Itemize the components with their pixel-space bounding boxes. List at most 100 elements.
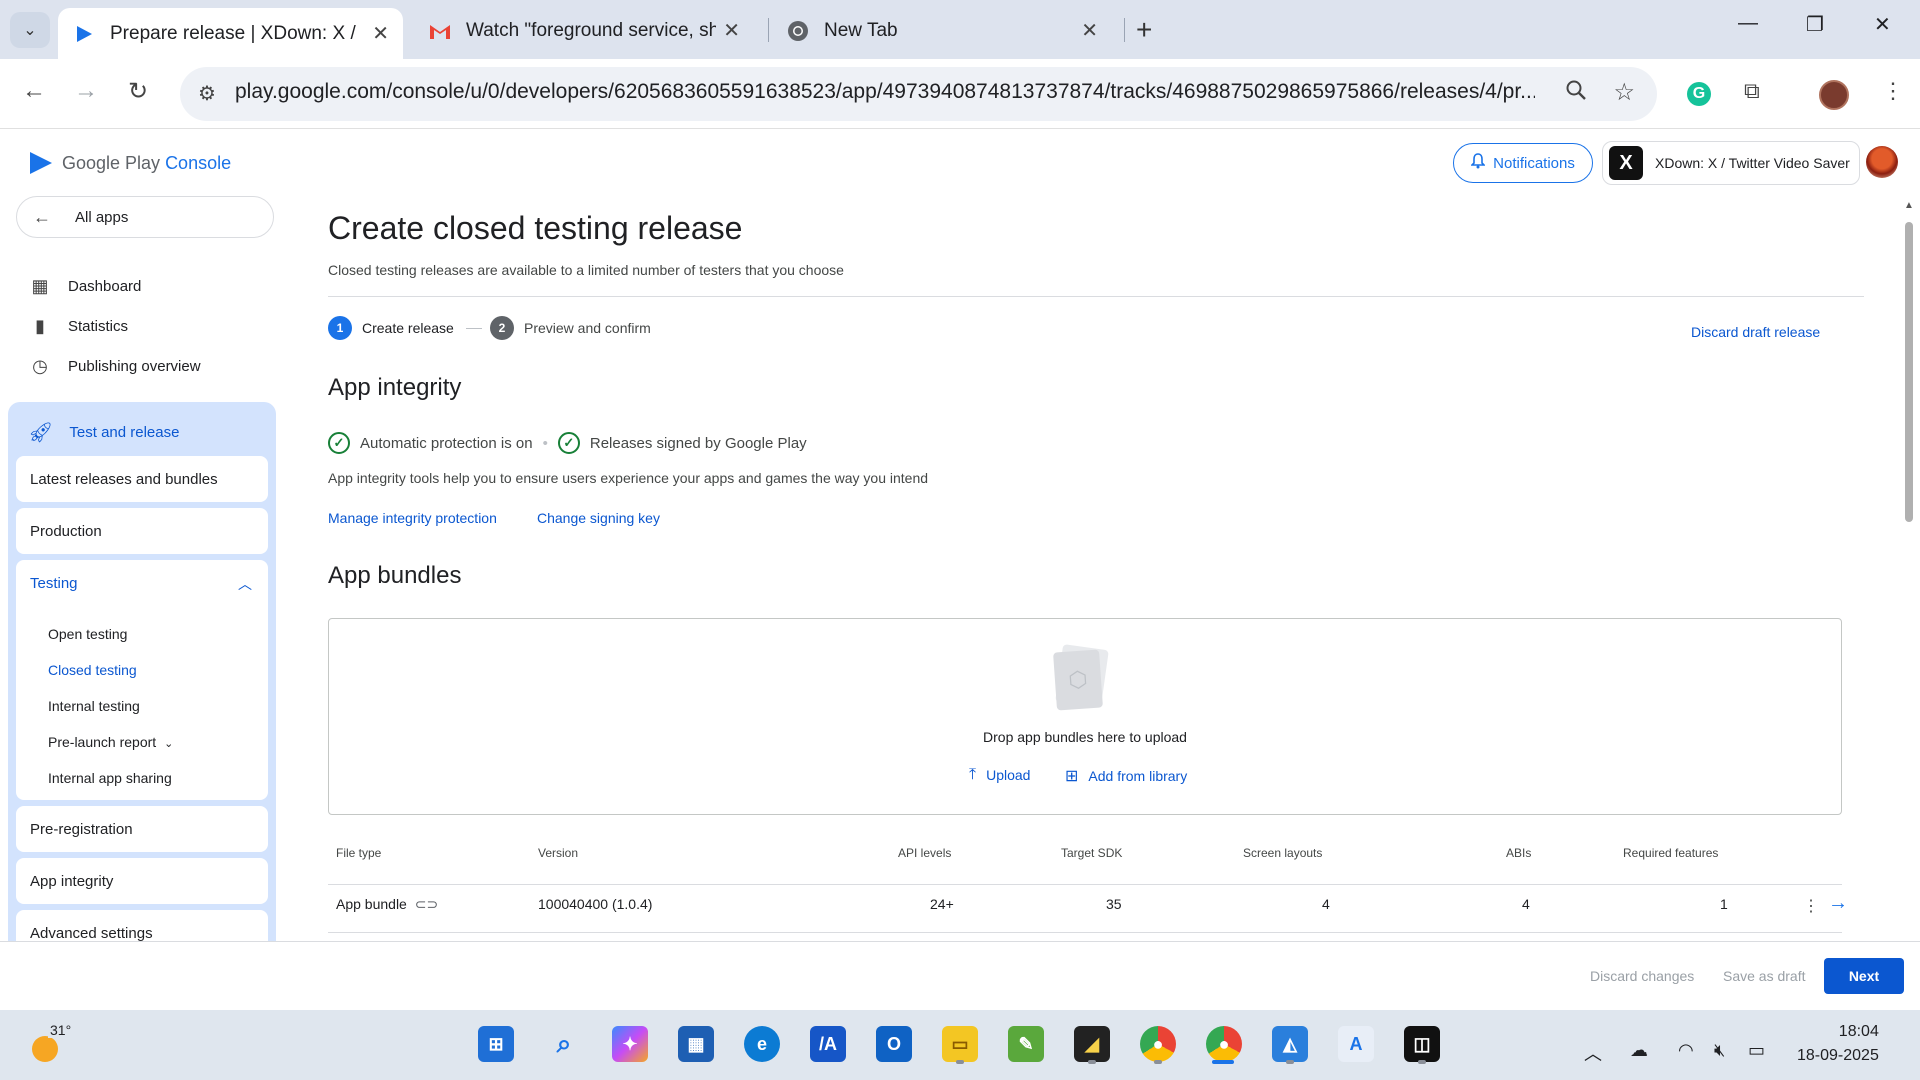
tab-search-button[interactable]: ⌄: [10, 12, 50, 48]
bookmark-star-icon[interactable]: ☆: [1613, 78, 1635, 107]
integrity-description: App integrity tools help you to ensure u…: [328, 470, 929, 486]
arrow-forward-icon[interactable]: →: [1828, 892, 1848, 915]
step-label: Create release: [362, 320, 454, 336]
outlook-icon[interactable]: O: [876, 1026, 912, 1062]
reload-icon[interactable]: ↻: [128, 77, 148, 106]
sidebar: ← All apps ▦ Dashboard ▮ Statistics ◷ Pu…: [0, 196, 296, 941]
app-icon-blue[interactable]: /A: [810, 1026, 846, 1062]
close-tab-icon[interactable]: ✕: [723, 18, 740, 43]
step-create-release: 1 Create release: [328, 316, 454, 340]
notifications-button[interactable]: Notifications: [1453, 143, 1593, 183]
edge-icon[interactable]: e: [744, 1026, 780, 1062]
close-tab-icon[interactable]: ✕: [372, 21, 389, 46]
discard-draft-release-link[interactable]: Discard draft release: [1691, 324, 1820, 340]
tab-prepare-release[interactable]: Prepare release | XDown: X / Tw ✕: [58, 8, 403, 59]
file-explorer-icon[interactable]: ▭: [942, 1026, 978, 1062]
arrow-back-icon: ←: [33, 206, 51, 227]
browser-toolbar: ← → ↻ ⚙ play.google.com/console/u/0/deve…: [0, 59, 1920, 129]
change-signing-key-link[interactable]: Change signing key: [537, 510, 660, 526]
sidebar-item-pre-launch-report[interactable]: Pre-launch report ⌄: [48, 734, 173, 750]
copilot-icon[interactable]: ✦: [612, 1026, 648, 1062]
app-switcher[interactable]: X XDown: X / Twitter Video Saver: [1602, 141, 1860, 185]
zoom-icon[interactable]: [1565, 79, 1587, 107]
sidebar-item-app-integrity[interactable]: App integrity: [16, 858, 268, 904]
account-avatar[interactable]: [1866, 146, 1898, 178]
new-tab-plus-icon[interactable]: +: [1136, 14, 1152, 46]
sidebar-item-pre-registration[interactable]: Pre-registration: [16, 806, 268, 852]
windows-start-icon[interactable]: ⊞: [478, 1026, 514, 1062]
step-number: 1: [328, 316, 352, 340]
window-close-icon[interactable]: ✕: [1874, 12, 1891, 37]
scrollbar-thumb[interactable]: [1905, 222, 1913, 522]
tab-new-tab[interactable]: New Tab ✕: [772, 8, 1112, 53]
play-console-favicon: [72, 22, 96, 46]
scroll-up-icon[interactable]: ▲: [1904, 200, 1914, 211]
weather-widget[interactable]: 31°: [28, 1022, 74, 1062]
sidebar-item-testing[interactable]: Testing ︿ Open testing Closed testing In…: [16, 560, 268, 800]
microsoft-store-icon[interactable]: ▦: [678, 1026, 714, 1062]
chrome-active-icon[interactable]: ●: [1206, 1026, 1242, 1062]
page-subtitle: Closed testing releases are available to…: [328, 262, 844, 278]
close-tab-icon[interactable]: ✕: [1081, 18, 1098, 43]
more-vert-icon[interactable]: ⋮: [1803, 896, 1819, 916]
upload-icon: ⤒: [969, 766, 977, 783]
add-from-library-button[interactable]: ⊞ Add from library: [1065, 766, 1187, 786]
page-scrollbar[interactable]: ▲: [1902, 200, 1916, 940]
back-icon[interactable]: ←: [22, 77, 46, 105]
manage-integrity-link[interactable]: Manage integrity protection: [328, 510, 497, 526]
grammarly-icon[interactable]: G: [1687, 82, 1711, 106]
sidebar-item-production[interactable]: Production: [16, 508, 268, 554]
sidebar-item-advanced-settings[interactable]: Advanced settings: [16, 910, 268, 941]
column-header: Target SDK: [1061, 846, 1123, 860]
sticky-notes-icon[interactable]: ◢: [1074, 1026, 1110, 1062]
cell-file-type: App bundle ⊂⊃: [336, 896, 439, 912]
bundle-drop-zone[interactable]: ⬡ Drop app bundles here to upload ⤒ Uplo…: [328, 618, 1842, 815]
volume-mute-icon[interactable]: 🔇︎: [1714, 1040, 1725, 1061]
tab-separator: [768, 18, 769, 42]
chevron-up-icon[interactable]: ︿: [1584, 1040, 1602, 1066]
save-as-draft-button[interactable]: Save as draft: [1723, 968, 1806, 984]
sidebar-item-label: Testing: [30, 575, 78, 592]
photos-icon[interactable]: ◭: [1272, 1026, 1308, 1062]
sidebar-item-test-and-release[interactable]: 🚀︎ Test and release: [28, 420, 179, 445]
extensions-puzzle-icon[interactable]: ⧉: [1744, 78, 1760, 104]
column-header: Required features: [1623, 846, 1719, 860]
capcut-icon[interactable]: ◫: [1404, 1026, 1440, 1062]
site-info-icon[interactable]: ⚙: [198, 81, 216, 106]
sidebar-item-latest-releases[interactable]: Latest releases and bundles: [16, 456, 268, 502]
sidebar-item-internal-testing[interactable]: Internal testing: [48, 698, 140, 714]
system-clock[interactable]: 18:04 18-09-2025: [1797, 1020, 1879, 1068]
tab-gmail[interactable]: Watch "foreground service, sho ✕: [414, 8, 754, 53]
search-icon[interactable]: ⌕: [546, 1026, 582, 1062]
upload-button[interactable]: ⤒ Upload: [969, 766, 1030, 784]
sidebar-item-dashboard[interactable]: ▦ Dashboard: [28, 276, 141, 297]
onedrive-cloud-icon[interactable]: ☁: [1630, 1040, 1648, 1061]
notepad-icon[interactable]: ✎: [1008, 1026, 1044, 1062]
chrome-profile-icon[interactable]: ●: [1140, 1026, 1176, 1062]
restore-icon[interactable]: ❐: [1806, 12, 1824, 37]
chevron-up-icon[interactable]: ︿: [238, 574, 252, 594]
chevron-down-icon: ⌄: [164, 738, 174, 750]
url-text[interactable]: play.google.com/console/u/0/developers/6…: [235, 80, 1535, 104]
profile-avatar[interactable]: [1819, 80, 1849, 110]
app-store-icon[interactable]: A: [1338, 1026, 1374, 1062]
sidebar-item-publishing-overview[interactable]: ◷ Publishing overview: [28, 356, 201, 377]
sidebar-item-statistics[interactable]: ▮ Statistics: [28, 316, 128, 337]
google-play-console-logo[interactable]: Google Play Console: [30, 152, 231, 174]
minimize-icon[interactable]: —: [1738, 12, 1758, 35]
integrity-status-protection: Automatic protection is on: [360, 434, 533, 452]
column-header: Screen layouts: [1243, 846, 1323, 860]
sidebar-item-internal-app-sharing[interactable]: Internal app sharing: [48, 770, 172, 786]
sidebar-item-open-testing[interactable]: Open testing: [48, 626, 127, 642]
wifi-icon[interactable]: ◠: [1678, 1040, 1694, 1061]
sidebar-item-closed-testing[interactable]: Closed testing: [48, 662, 137, 678]
library-add-icon: ⊞: [1065, 768, 1079, 785]
forward-icon[interactable]: →: [74, 77, 98, 105]
sidebar-item-label: Publishing overview: [68, 358, 201, 375]
address-bar[interactable]: ⚙ play.google.com/console/u/0/developers…: [180, 67, 1657, 121]
battery-icon[interactable]: ▭: [1748, 1040, 1765, 1061]
all-apps-button[interactable]: ← All apps: [16, 196, 274, 238]
discard-changes-button[interactable]: Discard changes: [1590, 968, 1694, 984]
chrome-menu-icon[interactable]: ⋮: [1882, 78, 1904, 104]
next-button[interactable]: Next: [1824, 958, 1904, 994]
